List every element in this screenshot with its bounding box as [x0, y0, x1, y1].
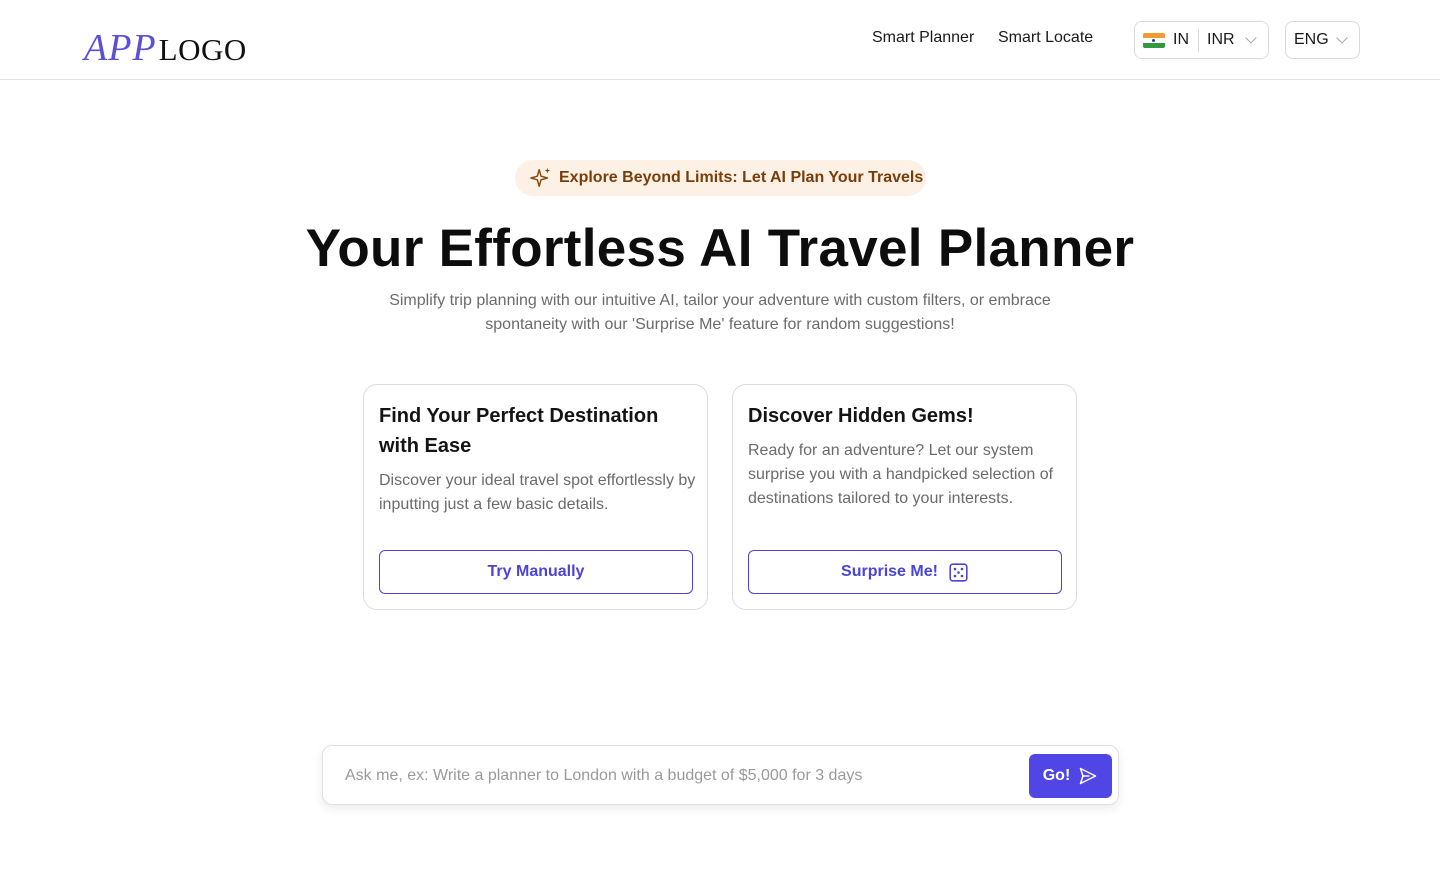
hero-badge-text: Explore Beyond Limits: Let AI Plan Your …	[559, 169, 924, 186]
app-logo[interactable]: APP LOGO	[84, 26, 247, 69]
card-description: Discover your ideal travel spot effortle…	[379, 472, 696, 513]
nav-link-smart-locate[interactable]: Smart Locate	[998, 29, 1093, 47]
card-title: Discover Hidden Gems!	[748, 405, 974, 427]
top-navbar: APP LOGO Smart Planner Smart Locate IN I…	[0, 0, 1440, 80]
sparkle-icon	[530, 167, 551, 187]
page-title: Your Effortless AI Travel Planner	[305, 219, 1135, 278]
language-selector[interactable]: ENG	[1285, 21, 1360, 59]
hero-badge: Explore Beyond Limits: Let AI Plan Your …	[515, 160, 926, 196]
hero-subtitle: Simplify trip planning with our intuitiv…	[389, 292, 1051, 333]
send-icon	[1080, 767, 1097, 785]
currency-code: INR	[1207, 31, 1235, 48]
try-manually-button[interactable]: Try Manually	[379, 550, 693, 594]
logo-app-text: APP	[84, 27, 157, 69]
go-button-label: Go!	[1042, 767, 1071, 784]
go-button[interactable]: Go!	[1029, 754, 1112, 798]
logo-text: LOGO	[158, 32, 247, 67]
chevron-down-icon	[1245, 32, 1257, 44]
surprise-card: Discover Hidden Gems! Ready for an adven…	[732, 384, 1077, 610]
card-description: Ready for an adventure? Let our system s…	[748, 442, 1054, 507]
manual-planner-card: Find Your Perfect Destination with Ease …	[363, 384, 708, 610]
india-flag-icon	[1143, 33, 1165, 48]
dice-icon	[949, 562, 968, 582]
try-manually-label: Try Manually	[487, 563, 585, 580]
language-label: ENG	[1294, 31, 1329, 48]
country-code: IN	[1173, 31, 1189, 48]
ai-prompt-bar: Go!	[322, 745, 1119, 805]
card-title: Find Your Perfect Destination with Ease	[379, 405, 659, 457]
country-currency-selector[interactable]: IN INR	[1134, 21, 1269, 59]
surprise-me-button[interactable]: Surprise Me!	[748, 550, 1062, 594]
surprise-me-label: Surprise Me!	[841, 563, 938, 580]
chevron-down-icon	[1336, 32, 1348, 44]
ai-prompt-input[interactable]	[345, 763, 1025, 789]
locale-divider	[1198, 29, 1199, 52]
nav-link-smart-planner[interactable]: Smart Planner	[872, 29, 974, 47]
